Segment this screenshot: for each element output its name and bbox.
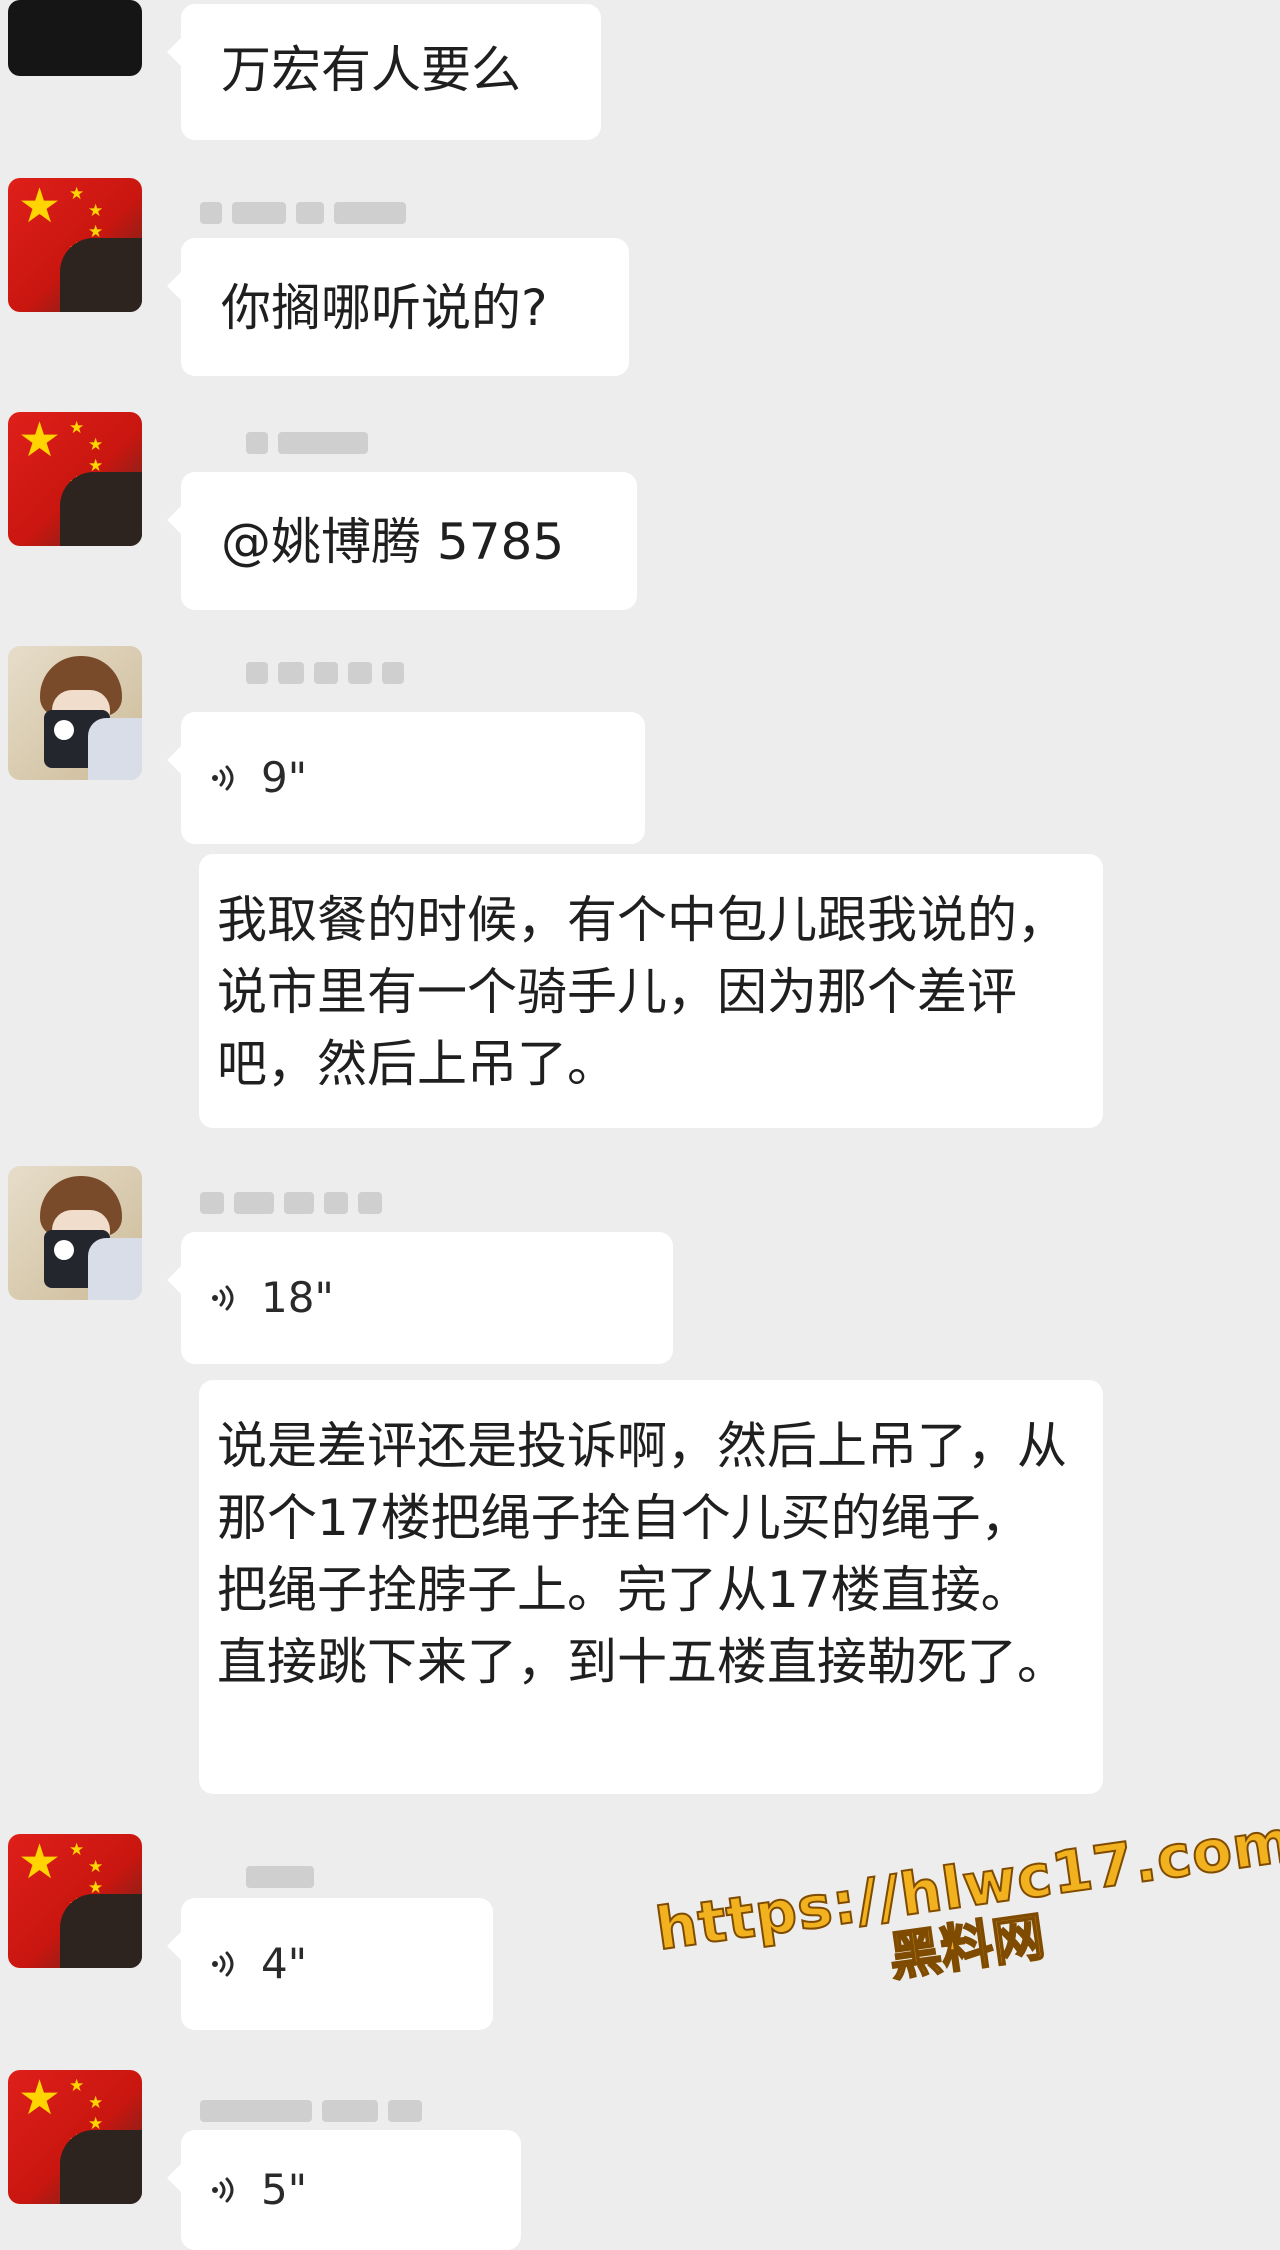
voice-duration: 5" <box>261 2165 308 2214</box>
blur-chip <box>278 432 368 454</box>
avatar-shadow <box>60 2130 142 2204</box>
sender-name-blur <box>246 662 404 684</box>
voice-message-bubble[interactable]: 5" <box>167 2130 521 2250</box>
avatar-shadow <box>60 238 142 312</box>
star-icon: ★ <box>69 2076 85 2096</box>
blur-chip <box>284 1192 314 1214</box>
voice-duration: 9" <box>261 753 308 802</box>
blur-chip <box>358 1192 382 1214</box>
avatar[interactable]: ★ ★ ★ ★ ★ <box>8 1834 142 1968</box>
avatar-mark <box>54 1240 74 1260</box>
sender-name-blur <box>246 1866 314 1888</box>
blur-chip <box>296 202 324 224</box>
sender-name-blur <box>200 1192 382 1214</box>
blur-chip <box>200 2100 312 2122</box>
avatar[interactable] <box>8 0 142 76</box>
watermark: https://hlwc17.com 黑料网 <box>651 1806 1280 2021</box>
avatar[interactable]: ★ ★ ★ ★ ★ <box>8 412 142 546</box>
star-icon: ★ <box>69 1840 85 1860</box>
avatar-shadow <box>60 1894 142 1968</box>
blur-chip <box>246 662 268 684</box>
star-icon: ★ <box>88 201 104 221</box>
star-icon: ★ <box>18 412 62 468</box>
voice-wave-icon <box>212 2177 234 2203</box>
blur-chip <box>200 202 222 224</box>
message-bubble: 说是差评还是投诉啊，然后上吊了，从那个17楼把绳子拴自个儿买的绳子，把绳子拴脖子… <box>199 1380 1103 1794</box>
blur-chip <box>234 1192 274 1214</box>
avatar[interactable] <box>8 1166 142 1300</box>
avatar-hand <box>88 718 142 780</box>
sender-name-blur <box>200 2100 422 2122</box>
message-text: @姚博腾 5785 <box>221 513 565 571</box>
voice-wave-icon <box>212 765 234 791</box>
voice-duration: 4" <box>261 1939 308 1988</box>
blur-chip <box>232 202 286 224</box>
blur-chip <box>246 432 268 454</box>
avatar[interactable]: ★ ★ ★ ★ ★ <box>8 2070 142 2204</box>
voice-message-bubble[interactable]: 4" <box>167 1898 493 2030</box>
star-icon: ★ <box>69 418 85 438</box>
star-icon: ★ <box>69 184 85 204</box>
message-bubble: 我取餐的时候，有个中包儿跟我说的，说市里有一个骑手儿，因为那个差评吧，然后上吊了… <box>199 854 1103 1128</box>
star-icon: ★ <box>88 2093 104 2113</box>
voice-message-bubble[interactable]: 9" <box>167 712 645 844</box>
message-text: 你搁哪听说的? <box>221 279 548 337</box>
message-text: 我取餐的时候，有个中包儿跟我说的，说市里有一个骑手儿，因为那个差评吧，然后上吊了… <box>217 891 1067 1093</box>
star-icon: ★ <box>88 1857 104 1877</box>
blur-chip <box>388 2100 422 2122</box>
message-text: 说是差评还是投诉啊，然后上吊了，从那个17楼把绳子拴自个儿买的绳子，把绳子拴脖子… <box>217 1417 1067 1691</box>
voice-wave-icon <box>212 1285 234 1311</box>
blur-chip <box>334 202 406 224</box>
star-icon: ★ <box>18 178 62 234</box>
blur-chip <box>246 1866 314 1888</box>
voice-duration: 18" <box>261 1273 334 1322</box>
avatar[interactable]: ★ ★ ★ ★ ★ <box>8 178 142 312</box>
message-bubble: @姚博腾 5785 <box>167 472 637 610</box>
message-bubble: 万宏有人要么 <box>167 4 601 140</box>
message-bubble: 你搁哪听说的? <box>167 238 629 376</box>
star-icon: ★ <box>18 1834 62 1890</box>
blur-chip <box>322 2100 378 2122</box>
star-icon: ★ <box>88 435 104 455</box>
avatar-mark <box>54 720 74 740</box>
avatar[interactable] <box>8 646 142 780</box>
blur-chip <box>278 662 304 684</box>
blur-chip <box>348 662 372 684</box>
voice-wave-icon <box>212 1951 234 1977</box>
avatar-hand <box>88 1238 142 1300</box>
blur-chip <box>200 1192 224 1214</box>
blur-chip <box>314 662 338 684</box>
blur-chip <box>382 662 404 684</box>
star-icon: ★ <box>18 2070 62 2126</box>
sender-name-blur <box>246 432 368 454</box>
blur-chip <box>324 1192 348 1214</box>
message-text: 万宏有人要么 <box>221 41 521 99</box>
avatar-shadow <box>60 472 142 546</box>
voice-message-bubble[interactable]: 18" <box>167 1232 673 1364</box>
sender-name-blur <box>200 202 406 224</box>
